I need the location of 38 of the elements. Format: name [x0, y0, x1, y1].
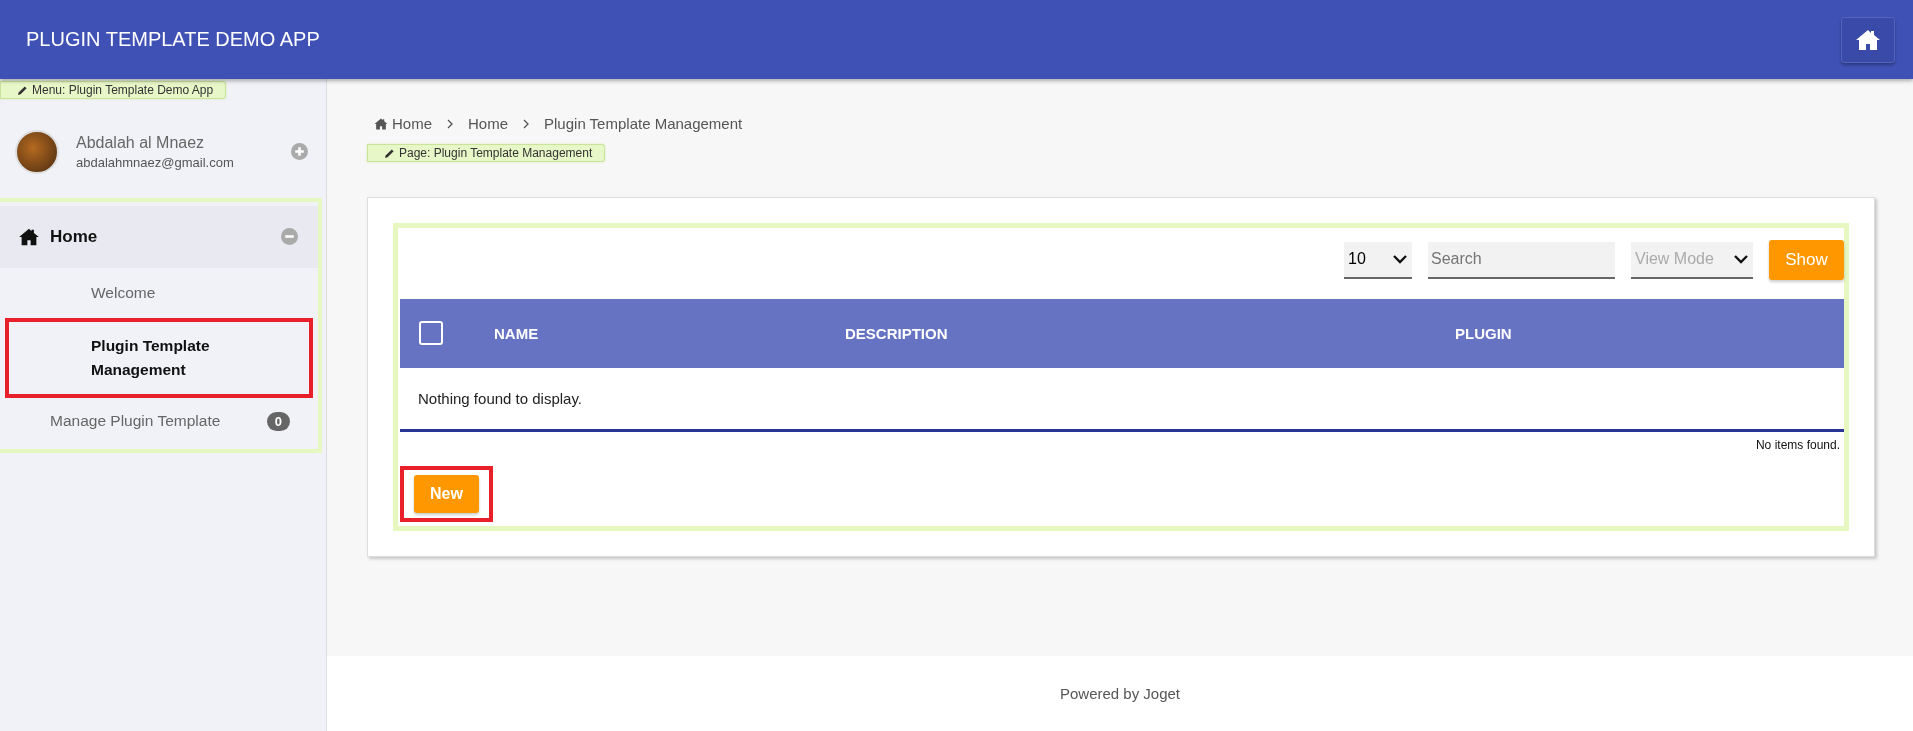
- page-tag-label: Page: Plugin Template Management: [399, 146, 593, 160]
- home-icon: [374, 117, 388, 130]
- footer-text: Powered by Joget: [1059, 685, 1181, 702]
- menu-item[interactable]: Manage Plugin Template: [50, 412, 267, 430]
- page-size-select[interactable]: 10: [1344, 241, 1412, 279]
- home-icon: [18, 227, 40, 246]
- caret-icon: [1733, 254, 1749, 264]
- home-button[interactable]: [1841, 16, 1895, 63]
- chevron-icon: [522, 118, 531, 129]
- status-text: No items found.: [1755, 437, 1840, 452]
- home-icon: [1855, 28, 1881, 51]
- menu-item[interactable]: Plugin Template Management: [5, 317, 313, 398]
- search-field[interactable]: Search: [1428, 241, 1615, 279]
- menu-item[interactable]: Welcome: [5, 267, 313, 318]
- minus-circle-icon[interactable]: [281, 228, 298, 245]
- column-header[interactable]: PLUGIN: [1455, 324, 1512, 342]
- count-badge: 0: [266, 411, 290, 431]
- app-title: PLUGIN TEMPLATE DEMO APP: [26, 28, 320, 51]
- user-name: Abdalah al Mnaez: [76, 133, 206, 152]
- breadcrumb-link[interactable]: Home: [392, 115, 432, 132]
- menu-tag-label: Menu: Plugin Template Demo App: [32, 83, 214, 97]
- plus-circle-icon[interactable]: [291, 143, 308, 160]
- caret-icon: [1392, 254, 1408, 264]
- select-all-checkbox[interactable]: [419, 321, 443, 345]
- avatar: [15, 129, 59, 174]
- menu-edit-tag[interactable]: Menu: Plugin Template Demo App: [0, 81, 227, 99]
- category-label: Home: [50, 226, 99, 247]
- column-header[interactable]: NAME: [494, 324, 539, 342]
- empty-message: Nothing found to display.: [418, 389, 582, 407]
- menu-category[interactable]: Home: [0, 205, 318, 268]
- pencil-icon: [17, 84, 28, 96]
- page-edit-tag[interactable]: Page: Plugin Template Management: [367, 144, 606, 162]
- breadcrumb-link[interactable]: Plugin Template Management: [544, 115, 743, 132]
- column-header[interactable]: DESCRIPTION: [845, 324, 948, 342]
- user-email: abdalahmnaez@gmail.com: [76, 154, 235, 170]
- breadcrumb-link[interactable]: Home: [468, 115, 509, 132]
- pencil-icon: [384, 147, 395, 159]
- chevron-icon: [446, 118, 454, 129]
